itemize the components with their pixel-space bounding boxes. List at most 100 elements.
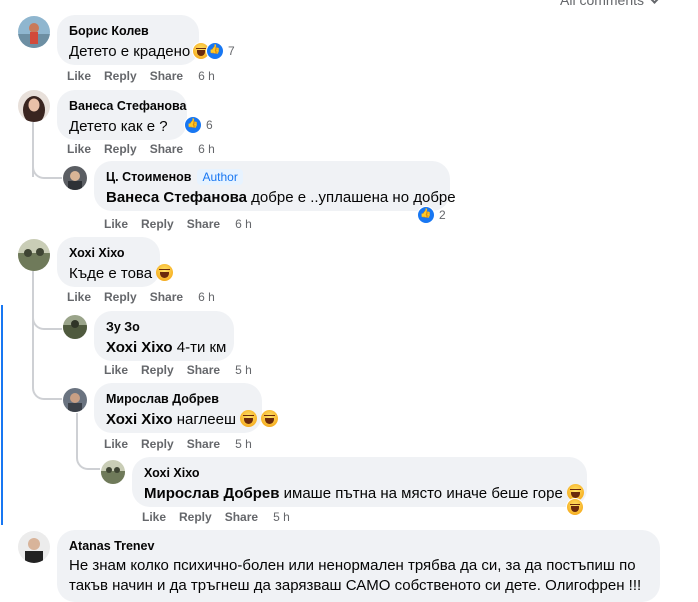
avatar[interactable] — [63, 315, 87, 339]
like-icon — [184, 116, 202, 134]
like-button[interactable]: Like — [67, 290, 91, 304]
timestamp[interactable]: 6 h — [198, 69, 215, 83]
reply-button[interactable]: Reply — [104, 290, 137, 304]
comment-text-line: Не знам колко психично-болен или ненорма… — [69, 557, 636, 574]
comment-text: Детето е крадено — [69, 43, 191, 60]
avatar[interactable] — [18, 16, 50, 48]
thread-connector — [32, 159, 62, 179]
share-button[interactable]: Share — [150, 69, 183, 83]
like-button[interactable]: Like — [67, 142, 91, 156]
avatar[interactable] — [18, 90, 50, 122]
comment-text: Хохі Хіхо наглееш — [106, 410, 278, 430]
mention-link[interactable]: Хохі Хіхо — [106, 411, 173, 428]
avatar[interactable] — [63, 166, 87, 190]
comment-text: Детето как е ? — [69, 118, 168, 135]
timestamp[interactable]: 6 h — [198, 142, 215, 156]
haha-emoji — [260, 410, 278, 427]
avatar[interactable] — [63, 388, 87, 412]
reply-bubble: Мирослав Добрев Хохі Хіхо наглееш — [94, 383, 278, 433]
share-button[interactable]: Share — [150, 142, 183, 156]
share-button[interactable]: Share — [225, 510, 258, 524]
haha-icon — [566, 498, 584, 516]
thread-line — [32, 268, 34, 338]
reply-bubble: Зу Зо Хохі Хіхо 4-ти км — [94, 311, 234, 361]
reaction-count: 6 — [206, 118, 213, 132]
comment-author[interactable]: Хохі Хіхо — [69, 245, 148, 261]
comment-actions: Like Reply Share 6 h — [67, 68, 228, 84]
like-icon — [417, 206, 435, 224]
like-icon — [206, 42, 224, 60]
comment-author[interactable]: Борис Колев — [69, 23, 187, 39]
reaction-count: 2 — [439, 208, 446, 222]
author-badge: Author — [197, 169, 243, 185]
comment-text-content: Къде е това — [69, 265, 153, 282]
comment-actions: Like Reply Share 5 h — [142, 509, 303, 525]
comment-author[interactable]: Atanas Trenev — [69, 538, 648, 554]
thread-highlight-bar — [1, 305, 3, 525]
smile-emoji — [239, 410, 257, 427]
comment-bubble: Ванеса Стефанова Детето как е ? — [57, 90, 187, 140]
reaction-summary[interactable]: 7 — [192, 42, 235, 60]
like-button[interactable]: Like — [67, 69, 91, 83]
share-button[interactable]: Share — [187, 437, 220, 451]
timestamp[interactable]: 6 h — [235, 217, 252, 231]
chevron-down-icon — [648, 0, 661, 4]
timestamp[interactable]: 5 h — [235, 437, 252, 451]
reply-button[interactable]: Reply — [179, 510, 212, 524]
comment-bubble: Atanas Trenev Не знам колко психично-бол… — [57, 530, 660, 602]
mention-link[interactable]: Ванеса Стефанова — [106, 189, 247, 206]
reply-text: 4-ти км — [172, 339, 227, 356]
reaction-count: 7 — [228, 44, 235, 58]
comment-actions: Like Reply Share 6 h — [67, 141, 228, 157]
reply-text: наглееш — [172, 411, 236, 428]
mention-link[interactable]: Хохі Хіхо — [106, 339, 173, 356]
comment-author[interactable]: Ванеса Стефанова — [69, 98, 187, 114]
timestamp[interactable]: 5 h — [273, 510, 290, 524]
comment-bubble: Борис Колев Детето е крадено — [57, 15, 199, 65]
avatar[interactable] — [101, 460, 125, 484]
all-comments-dropdown[interactable]: All comments — [560, 0, 661, 8]
reply-text: имаше пътна на място иначе беше горе — [279, 485, 563, 502]
share-button[interactable]: Share — [187, 363, 220, 377]
avatar[interactable] — [18, 531, 50, 563]
share-button[interactable]: Share — [187, 217, 220, 231]
reply-button[interactable]: Reply — [104, 142, 137, 156]
timestamp[interactable]: 6 h — [198, 290, 215, 304]
reply-button[interactable]: Reply — [104, 69, 137, 83]
like-button[interactable]: Like — [104, 217, 128, 231]
comment-text: Хохі Хіхо 4-ти км — [106, 338, 226, 358]
avatar[interactable] — [18, 239, 50, 271]
comment-text: Къде е това — [69, 264, 174, 284]
reaction-summary[interactable]: 2 — [417, 206, 446, 224]
reply-bubble: Хохі Хіхо Мирослав Добрев имаше пътна на… — [132, 457, 587, 507]
thread-connector — [32, 330, 62, 400]
all-comments-label: All comments — [560, 0, 645, 8]
like-button[interactable]: Like — [104, 363, 128, 377]
share-button[interactable]: Share — [150, 290, 183, 304]
haha-emoji — [156, 264, 174, 281]
comment-author: Ц. Стоименов Author — [106, 169, 438, 185]
comment-bubble: Хохі Хіхо Къде е това — [57, 237, 174, 287]
comment-actions: Like Reply Share 5 h — [104, 362, 265, 378]
mention-link[interactable]: Мирослав Добрев — [144, 485, 279, 502]
comment-actions: Like Reply Share 5 h — [104, 436, 265, 452]
reaction-summary[interactable]: 6 — [184, 116, 213, 134]
reaction-summary[interactable] — [566, 498, 584, 516]
reply-button[interactable]: Reply — [141, 363, 174, 377]
reply-author[interactable]: Мирослав Добрев — [106, 391, 250, 407]
reply-bubble: Ц. Стоименов Author Ванеса Стефанова добр… — [94, 161, 456, 211]
like-button[interactable]: Like — [104, 437, 128, 451]
comment-text: Ванеса Стефанова добре е ..уплашена но д… — [106, 188, 456, 208]
thread-connector — [32, 308, 62, 330]
like-button[interactable]: Like — [142, 510, 166, 524]
reply-button[interactable]: Reply — [141, 437, 174, 451]
reply-text: добре е ..уплашена но добре — [247, 189, 456, 206]
comment-text-line: такъв начин и да тръгнеш да зарязваш САМ… — [69, 577, 642, 594]
reply-author[interactable]: Хохі Хіхо — [144, 465, 575, 481]
reply-author[interactable]: Ц. Стоименов — [106, 170, 191, 184]
reply-button[interactable]: Reply — [141, 217, 174, 231]
comment-actions: Like Reply Share 6 h — [67, 289, 228, 305]
comment-actions: Like Reply Share 6 h — [104, 216, 265, 232]
timestamp[interactable]: 5 h — [235, 363, 252, 377]
reply-author[interactable]: Зу Зо — [106, 319, 222, 335]
